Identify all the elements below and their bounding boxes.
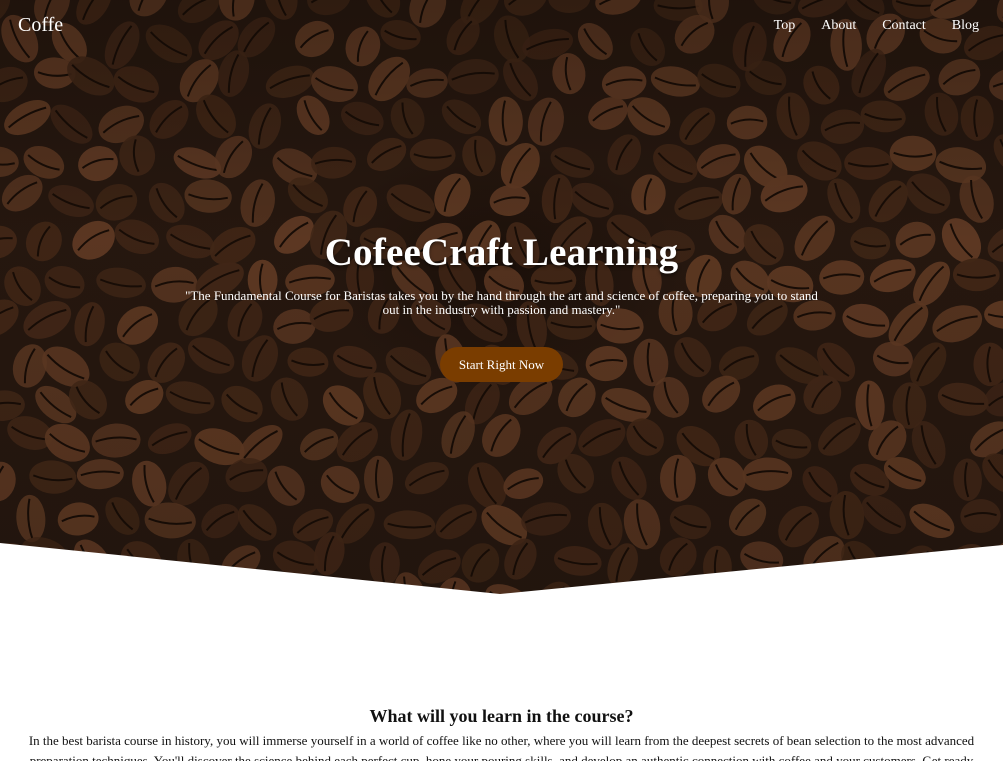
brand-logo[interactable]: Coffe [18,14,63,37]
hero-title: CofeeCraft Learning [324,231,679,274]
course-section: What will you learn in the course? In th… [0,706,1003,761]
course-heading: What will you learn in the course? [369,706,634,726]
hero-banner: Coffe Top About Contact Blog CofeeCraft … [0,0,1003,600]
nav-link-blog[interactable]: Blog [952,18,979,34]
hero-content: CofeeCraft Learning "The Fundamental Cou… [0,230,1003,382]
nav-link-top[interactable]: Top [774,18,796,34]
course-description: In the best barista course in history, y… [28,733,975,761]
nav-link-contact[interactable]: Contact [882,18,926,34]
nav-link-about[interactable]: About [821,18,856,34]
start-right-now-button[interactable]: Start Right Now [439,347,564,382]
main-nav: Top About Contact Blog [774,18,979,34]
hero-quote: "The Fundamental Course for Baristas tak… [185,288,818,317]
